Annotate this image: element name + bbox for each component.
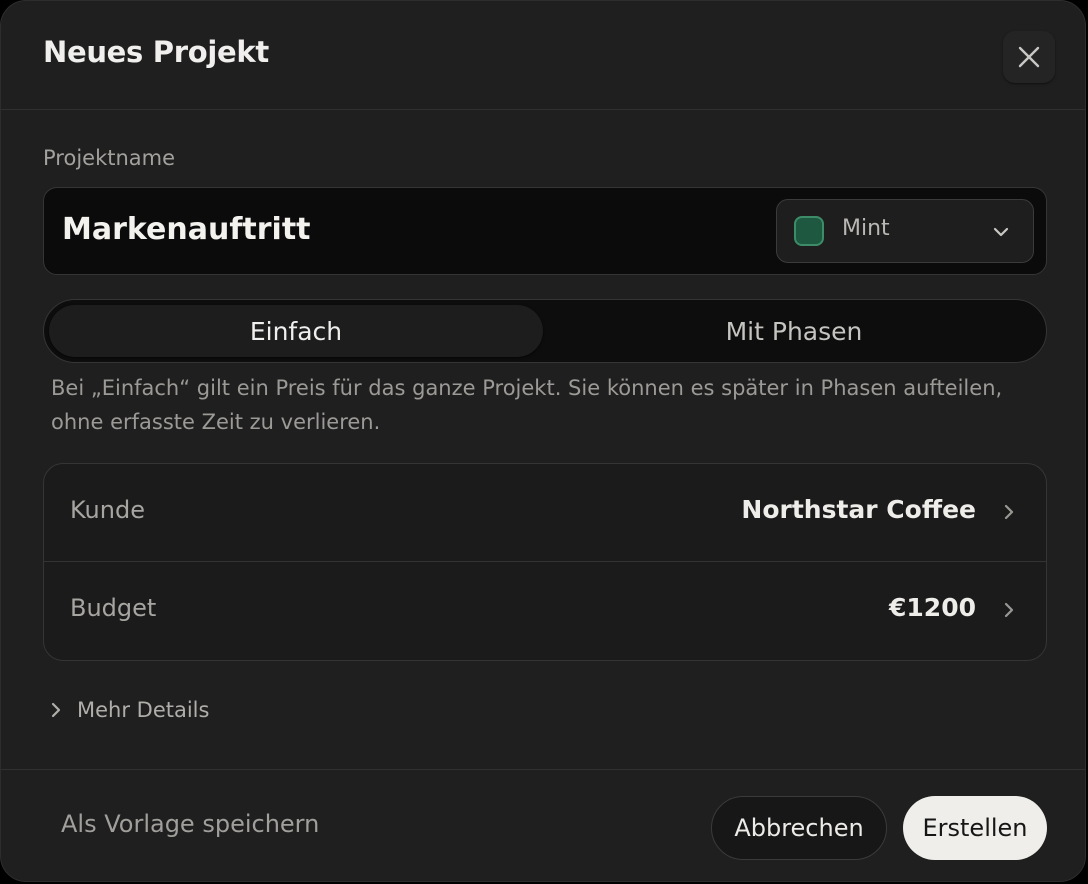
project-name-value[interactable]: Markenauftritt	[62, 212, 311, 247]
detail-row-budget[interactable]: Budget €1200	[44, 562, 1046, 659]
detail-row-label: Budget	[70, 594, 157, 622]
dialog-header: Neues Projekt	[1, 1, 1085, 110]
create-button[interactable]: Erstellen	[903, 796, 1047, 860]
color-dropdown[interactable]: Mint	[776, 199, 1034, 263]
chevron-right-icon	[51, 702, 61, 718]
project-name-field[interactable]: Markenauftritt Mint	[43, 187, 1047, 275]
detail-row-label: Kunde	[70, 496, 145, 524]
chevron-right-icon	[1004, 504, 1014, 520]
new-project-dialog: Neues Projekt Projektname Markenauftritt…	[0, 0, 1086, 882]
color-swatch	[794, 216, 824, 246]
cancel-button[interactable]: Abbrechen	[711, 796, 887, 860]
mode-option-einfach[interactable]: Einfach	[49, 305, 543, 357]
mode-hint-text: Bei „Einfach“ gilt ein Preis für das gan…	[51, 376, 1003, 434]
more-details-label: Mehr Details	[77, 698, 210, 722]
mode-option-mit-phasen[interactable]: Mit Phasen	[546, 305, 1042, 357]
close-icon	[1018, 46, 1040, 68]
chevron-down-icon	[993, 227, 1009, 237]
more-details-toggle[interactable]: Mehr Details	[49, 694, 209, 726]
color-dropdown-label: Mint	[842, 216, 890, 241]
save-as-template-button[interactable]: Als Vorlage speichern	[61, 810, 319, 838]
detail-row-value: Northstar Coffee	[741, 495, 976, 524]
detail-row-value: €1200	[889, 593, 976, 622]
detail-row-kunde[interactable]: Kunde Northstar Coffee	[44, 464, 1046, 562]
project-mode-toggle: Einfach Mit Phasen	[43, 299, 1047, 363]
project-name-label: Projektname	[43, 146, 176, 170]
chevron-right-icon	[1004, 602, 1014, 618]
dialog-footer: Als Vorlage speichern Abbrechen Erstelle…	[1, 769, 1085, 881]
project-details-list: Kunde Northstar Coffee Budget €1200	[43, 463, 1047, 661]
dialog-title: Neues Projekt	[43, 35, 269, 69]
close-button[interactable]	[1003, 31, 1055, 83]
